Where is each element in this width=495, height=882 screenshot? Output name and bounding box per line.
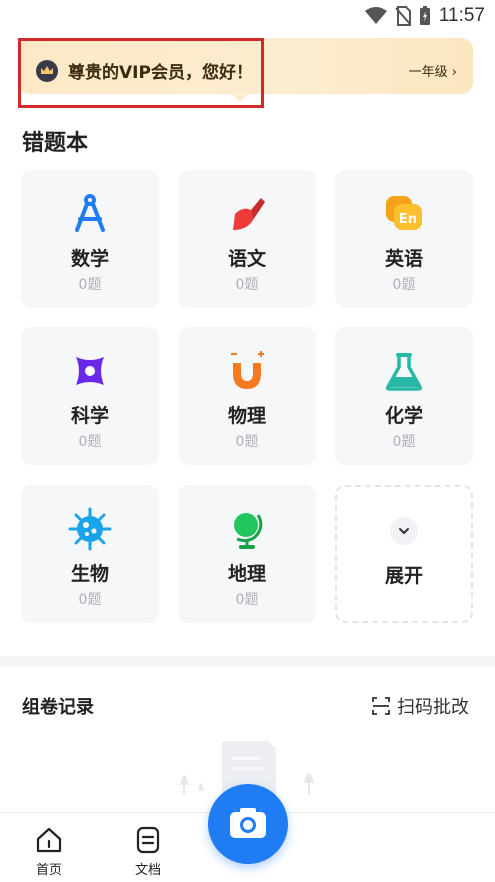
atom-icon	[76, 357, 104, 385]
virus-icon	[68, 507, 112, 551]
subject-name: 地理	[227, 563, 266, 585]
subject-name: 英语	[384, 248, 423, 270]
subject-count: 0题	[78, 277, 102, 293]
subject-name: 科学	[70, 405, 109, 427]
chevron-down-icon	[399, 528, 409, 534]
expand-circle	[390, 517, 418, 545]
subject-count: 0题	[392, 277, 416, 293]
nav-home[interactable]: 首页	[19, 825, 79, 878]
subject-name: 数学	[70, 248, 109, 270]
subject-name: 物理	[227, 405, 266, 427]
nav-home-label: 首页	[35, 863, 62, 878]
english-icon: En	[386, 196, 422, 230]
scan-label: 扫码批改	[397, 697, 469, 718]
globe-icon	[234, 513, 263, 549]
grade-selector[interactable]: 一年级 ›	[409, 61, 457, 80]
home-icon	[36, 827, 62, 853]
subject-count: 0题	[235, 434, 259, 450]
subject-count: 0题	[235, 592, 259, 608]
status-time: 11:57	[438, 5, 485, 26]
subject-card-physics[interactable]: 物理 0题	[178, 327, 316, 465]
compass-icon	[75, 194, 105, 232]
records-title: 组卷记录	[22, 697, 94, 718]
wrong-book-title: 错题本	[22, 131, 89, 156]
camera-icon	[230, 808, 266, 838]
subject-card-chinese[interactable]: 语文 0题	[178, 170, 316, 308]
subject-count: 0题	[78, 592, 102, 608]
flask-icon	[386, 353, 422, 391]
subject-card-geography[interactable]: 地理 0题	[178, 485, 316, 623]
subject-name: 生物	[70, 563, 109, 585]
brush-icon	[233, 198, 265, 230]
crown-icon	[41, 66, 53, 74]
expand-subjects-button[interactable]: 展开	[335, 485, 473, 623]
subject-count: 0题	[392, 434, 416, 450]
document-icon	[136, 826, 160, 854]
no-sim-icon	[395, 6, 411, 26]
subject-card-math[interactable]: 数学 0题	[21, 170, 159, 308]
section-divider	[0, 656, 495, 666]
subject-name: 语文	[227, 248, 266, 270]
subject-name: 化学	[384, 405, 423, 427]
subject-card-biology[interactable]: 生物 0题	[21, 485, 159, 623]
battery-icon	[419, 6, 430, 25]
svg-text:En: En	[399, 212, 417, 227]
crown-badge	[36, 60, 58, 82]
expand-label: 展开	[384, 565, 423, 587]
wifi-icon	[364, 7, 387, 24]
nav-docs[interactable]: 文档	[118, 825, 178, 878]
status-bar: 11:57	[0, 0, 495, 34]
scan-grade-button[interactable]: 扫码批改	[371, 693, 469, 719]
nav-docs-label: 文档	[134, 863, 161, 878]
banner-notch	[230, 92, 250, 102]
status-icons: 11:57	[364, 5, 485, 27]
subject-card-english[interactable]: En 英语 0题	[335, 170, 473, 308]
magnet-icon	[231, 351, 264, 389]
scan-icon	[372, 697, 390, 715]
subject-count: 0题	[235, 277, 259, 293]
subject-count: 0题	[78, 434, 102, 450]
subject-card-chemistry[interactable]: 化学 0题	[335, 327, 473, 465]
vip-greeting: 尊贵的VIP会员，您好！	[68, 63, 253, 83]
subject-card-science[interactable]: 科学 0题	[21, 327, 159, 465]
camera-button[interactable]	[208, 784, 288, 864]
